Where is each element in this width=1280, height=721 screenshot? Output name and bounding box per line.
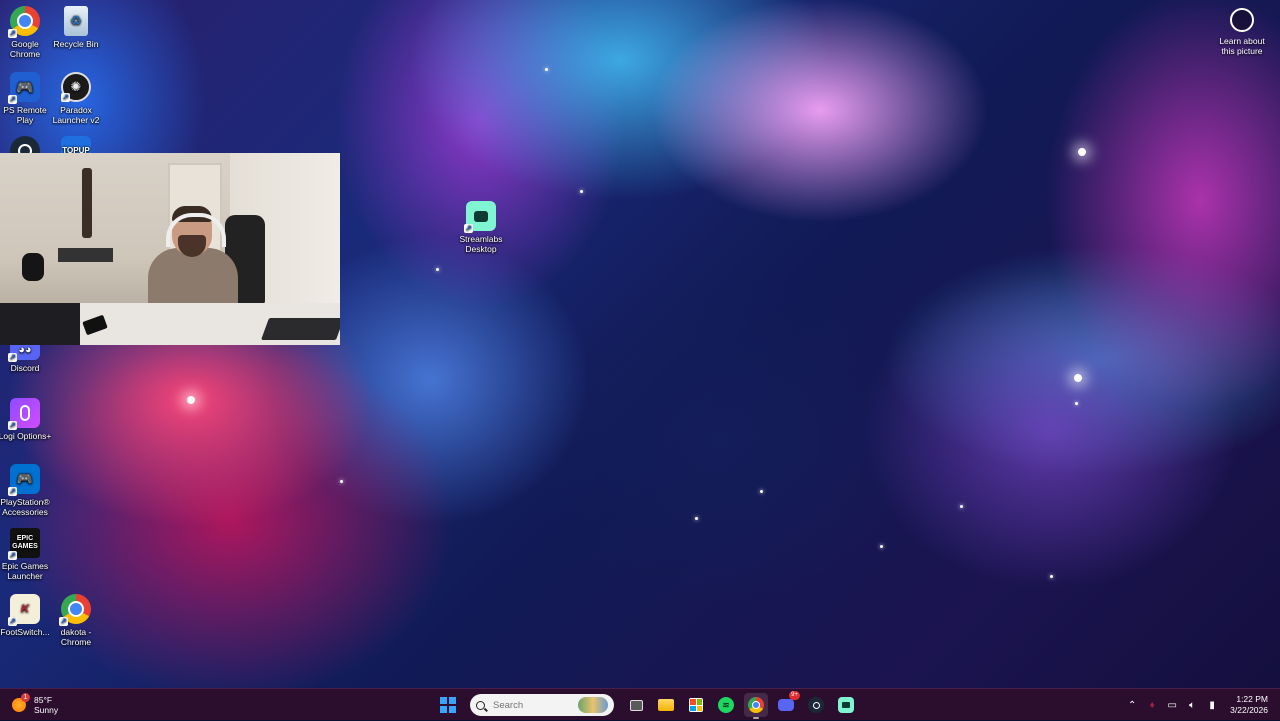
desktop-icon-label: Recycle Bin <box>53 39 99 49</box>
streamlabs-icon: ↗ <box>464 201 496 233</box>
chrome-icon <box>748 697 764 713</box>
wallpaper-star <box>760 490 763 493</box>
desktop-icon-label: Discord <box>10 363 40 373</box>
streamlabs-taskbar-button[interactable] <box>834 693 858 717</box>
weather-widget[interactable]: 1 85°F Sunny <box>12 693 58 717</box>
wallpaper-star <box>880 545 883 548</box>
chevron-up-icon[interactable]: ⌃ <box>1124 697 1140 713</box>
tray-app-icon[interactable]: ♦ <box>1144 697 1160 713</box>
chrome-profile-icon: ↗ <box>59 594 91 626</box>
sunny-weather-icon: 1 <box>12 693 30 712</box>
desktop-icon-label: dakota - Chrome <box>60 627 92 647</box>
desktop-icon-streamlabs[interactable]: ↗ Streamlabs Desktop <box>452 201 510 254</box>
webcam-keyboard <box>260 318 340 340</box>
chrome-icon: ↗ <box>8 6 40 38</box>
wallpaper-star <box>580 190 583 193</box>
wallpaper-star <box>1075 402 1078 405</box>
clock[interactable]: 1:22 PM 3/22/2026 <box>1230 694 1268 716</box>
discord-taskbar-button[interactable]: 9+ <box>774 691 800 717</box>
store-icon <box>689 698 703 712</box>
wallpaper-star <box>436 268 439 271</box>
desktop-icon-footswitch[interactable]: K ↗ FootSwitch... <box>0 594 54 637</box>
microsoft-store-button[interactable] <box>684 693 708 717</box>
wallpaper-star <box>545 68 548 71</box>
taskbar: 1 85°F Sunny ≋ <box>0 688 1280 720</box>
wallpaper-star <box>1074 374 1082 382</box>
notification-badge: 1 <box>21 693 30 702</box>
desktop-icon-label: Paradox Launcher v2 <box>52 105 100 125</box>
desktop-icon-label: FootSwitch... <box>0 627 50 637</box>
steam-icon <box>808 697 824 713</box>
taskbar-center: ≋ 9+ <box>436 691 858 719</box>
weather-temperature: 85°F <box>34 695 53 705</box>
webcam-mic <box>22 253 44 281</box>
ps-remote-play-icon: 🎮 ↗ <box>8 72 40 104</box>
desktop-icon-label: Epic Games Launcher <box>1 561 49 581</box>
network-icon[interactable]: ▭ <box>1164 697 1180 713</box>
spotify-icon: ≋ <box>718 697 734 713</box>
search-input[interactable] <box>493 699 573 711</box>
wallpaper-star <box>695 517 698 520</box>
steam-taskbar-button[interactable] <box>804 693 828 717</box>
recycle-bin-icon: ♻ <box>64 6 88 36</box>
spotlight-icon <box>1230 8 1254 32</box>
system-tray: ⌃ ♦ ▭ 🔈︎ ▮ 1:22 PM 3/22/2026 <box>1122 689 1280 721</box>
desktop-icon-google-chrome[interactable]: ↗ Google Chrome <box>0 6 54 59</box>
learn-about-picture[interactable]: Learn about this picture <box>1216 8 1268 56</box>
desktop-icon-playstation-accessories[interactable]: 🎮 ↗ PlayStation® Accessories <box>0 464 54 517</box>
active-indicator <box>753 717 759 719</box>
webcam-overlay <box>0 153 340 345</box>
search-icon <box>476 700 485 710</box>
paradox-launcher-icon: ✺ ↗ <box>61 72 91 102</box>
desktop-icon-recycle-bin[interactable]: ♻ Recycle Bin <box>47 6 105 49</box>
epic-games-icon: EPIC GAMES ↗ <box>8 528 40 560</box>
wallpaper-star <box>1050 575 1053 578</box>
windows-icon <box>440 697 456 713</box>
streamlabs-icon <box>838 697 854 713</box>
desktop-icon-epic-games[interactable]: EPIC GAMES ↗ Epic Games Launcher <box>0 528 54 581</box>
desktop-icon-label: PS Remote Play <box>3 105 47 125</box>
desktop-icon-ps-remote-play[interactable]: 🎮 ↗ PS Remote Play <box>0 72 54 125</box>
clock-date: 3/22/2026 <box>1230 705 1268 715</box>
battery-icon[interactable]: ▮ <box>1204 697 1220 713</box>
footswitch-icon: K ↗ <box>8 594 40 626</box>
start-button[interactable] <box>436 693 460 717</box>
desktop-icon-logi-options[interactable]: ↗ Logi Options+ <box>0 398 54 441</box>
search-highlight-image <box>578 697 608 713</box>
desktop-icon-label: Streamlabs Desktop <box>459 234 503 254</box>
taskbar-search[interactable] <box>470 694 614 716</box>
learn-about-picture-label: Learn about this picture <box>1219 36 1265 56</box>
wallpaper-star <box>960 505 963 508</box>
wallpaper-star <box>340 480 343 483</box>
webcam-foreground <box>0 303 80 345</box>
wallpaper-star <box>187 396 195 404</box>
task-view-icon <box>629 699 643 711</box>
volume-icon[interactable]: 🔈︎ <box>1184 697 1200 713</box>
desktop-icon-label: Google Chrome <box>9 39 41 59</box>
desktop-icon-paradox-launcher[interactable]: ✺ ↗ Paradox Launcher v2 <box>47 72 105 125</box>
chrome-taskbar-button[interactable] <box>744 693 768 719</box>
clock-time: 1:22 PM <box>1236 694 1268 704</box>
discord-badge: 9+ <box>789 691 800 700</box>
wallpaper-star <box>1078 148 1086 156</box>
webcam-guitar <box>82 168 92 238</box>
discord-icon <box>778 699 794 711</box>
webcam-synth <box>58 248 113 262</box>
epic-logo-text: EPIC GAMES <box>12 535 38 550</box>
folder-icon <box>658 699 674 711</box>
playstation-accessories-icon: 🎮 ↗ <box>8 464 40 496</box>
spotify-button[interactable]: ≋ <box>714 693 738 717</box>
desktop-icon-dakota-chrome[interactable]: ↗ dakota - Chrome <box>47 594 105 647</box>
weather-condition: Sunny <box>34 705 59 715</box>
desktop-icon-label: PlayStation® Accessories <box>0 497 50 517</box>
desktop-icon-label: Logi Options+ <box>0 431 52 441</box>
logi-options-icon: ↗ <box>8 398 40 430</box>
task-view-button[interactable] <box>624 693 648 717</box>
file-explorer-button[interactable] <box>654 693 678 717</box>
